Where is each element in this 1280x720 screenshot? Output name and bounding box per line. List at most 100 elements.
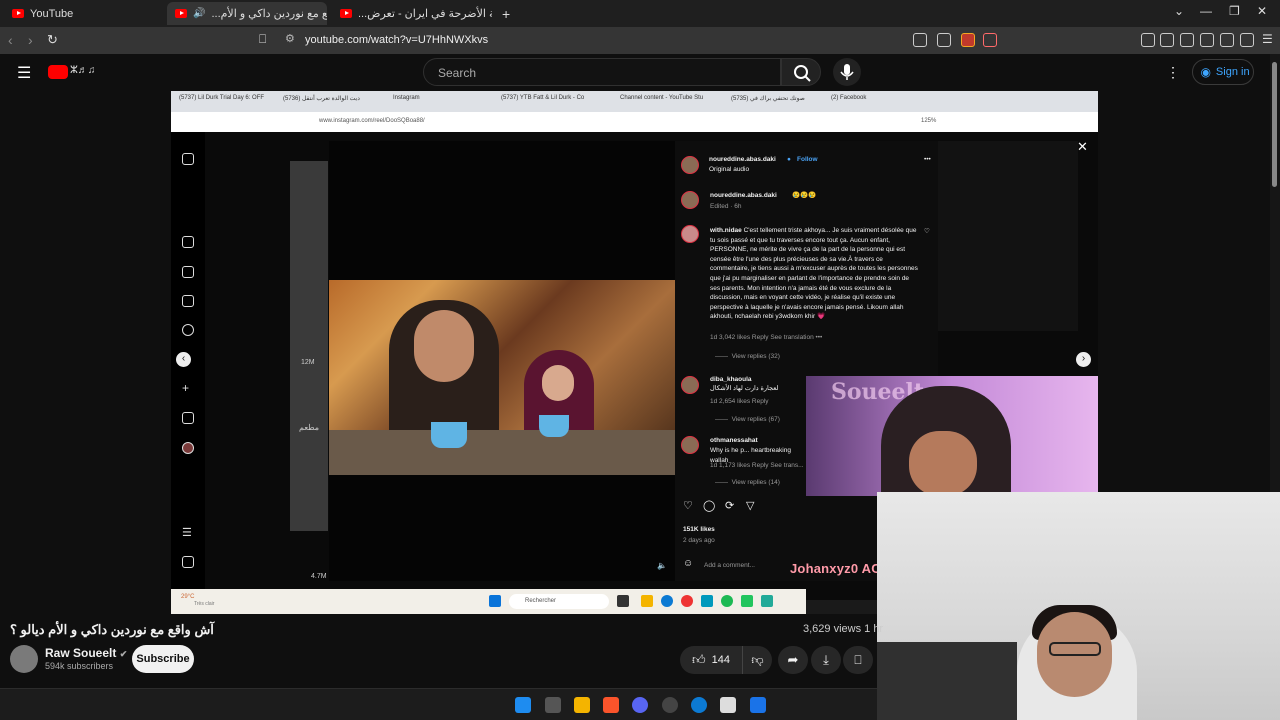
inner-url: www.instagram.com/reel/DooSQBoa88/	[319, 118, 425, 124]
chevron-down-icon[interactable]: ⌄	[1174, 4, 1184, 18]
translate-icon[interactable]	[913, 33, 927, 47]
windows-start-icon	[489, 595, 501, 607]
tab-video-2[interactable]: وصلت مدينة الأضرحة في ايران - تعرض...	[332, 2, 492, 25]
comment-meta: 1d 1,173 likes Reply See trans...	[710, 462, 804, 469]
voice-search-button[interactable]	[833, 58, 861, 86]
back-icon[interactable]: ‹	[8, 32, 13, 48]
microphone-icon	[840, 64, 854, 80]
reel-views-label: 4.7M	[311, 573, 327, 580]
brave-shield-icon[interactable]	[961, 33, 975, 47]
verified-icon: ●	[787, 156, 791, 163]
inner-tab: (5737) YTB Fatt & Lil Durk - Co	[501, 95, 585, 101]
share-icon: ➦	[787, 652, 799, 667]
brave-rewards-icon[interactable]	[983, 33, 997, 47]
cafe-table	[329, 430, 675, 475]
sidebar-icon[interactable]	[1180, 33, 1194, 47]
music-icon[interactable]	[1160, 33, 1174, 47]
view-replies-label: View replies (14)	[731, 479, 780, 486]
more-icon: ☰	[182, 527, 192, 539]
file-explorer-icon[interactable]	[574, 697, 590, 713]
extensions-icon[interactable]	[1141, 33, 1155, 47]
windows-start-icon[interactable]	[515, 697, 531, 713]
download-button[interactable]: ⤓	[811, 646, 841, 674]
edge-icon[interactable]	[691, 697, 707, 713]
youtube-favicon-icon	[175, 9, 187, 18]
man-face	[414, 310, 474, 382]
cast-icon[interactable]	[937, 33, 951, 47]
youtube-logo-icon[interactable]	[48, 65, 68, 79]
threads-icon	[182, 556, 194, 568]
search-input[interactable]: Search	[423, 58, 781, 86]
inner-tab: (2) Facebook	[831, 95, 867, 101]
reload-icon[interactable]: ↻	[47, 32, 58, 48]
comment-text: لعجارة دارت لهاد الأشكال	[710, 385, 779, 392]
header-username: noureddine.abas.daki	[709, 156, 776, 163]
task-view-icon	[617, 595, 629, 607]
like-button[interactable]: 👍︎ 144	[680, 646, 742, 674]
spotify-icon	[721, 595, 733, 607]
doodle-logo-icon[interactable]: ⵣ♬♫	[70, 65, 108, 79]
inner-address-bar: www.instagram.com/reel/DooSQBoa88/ 125%	[171, 112, 1098, 132]
hamburger-menu-icon[interactable]: ☰	[17, 63, 31, 83]
more-icon: •••	[924, 156, 931, 163]
leo-icon[interactable]	[1220, 33, 1234, 47]
tab-video-active[interactable]: 🔊 آش واقع مع نوردين داكي و الأم... ✕	[167, 2, 327, 25]
url-field[interactable]: youtube.com/watch?v=U7HhNWXkvs	[305, 34, 488, 46]
share-icon: ▽	[746, 500, 755, 512]
channel-name-label: Raw Soueelt	[45, 646, 117, 660]
site-info-icon[interactable]: ⚙	[285, 32, 295, 45]
discord-icon[interactable]	[632, 697, 648, 713]
task-view-icon[interactable]	[545, 697, 561, 713]
windows-taskbar	[0, 688, 877, 720]
brave-icon[interactable]	[603, 697, 619, 713]
more-options-icon[interactable]: ⋮	[1166, 64, 1180, 81]
add-comment-field: Add a comment...	[704, 562, 755, 569]
bookmark-icon: ⎕	[854, 652, 862, 667]
wallet-icon[interactable]	[1200, 33, 1214, 47]
minimize-icon[interactable]: —	[1200, 4, 1212, 18]
posted-time: 2 days ago	[683, 537, 715, 544]
heart-icon: ♡	[683, 500, 693, 512]
inner-tab: Instagram	[393, 95, 420, 101]
caption-text: 😢😢😢	[792, 192, 817, 199]
dislike-button[interactable]: 👎︎	[742, 646, 772, 674]
thumbs-up-icon: 👍︎	[692, 652, 706, 667]
menu-icon[interactable]: ☰	[1262, 32, 1273, 46]
heart-icon: ♡	[924, 228, 930, 235]
video-title: آش واقع مع نوردين داكي و الأم ديالو ؟	[10, 622, 214, 637]
channel-subscribers: 594k subscribers	[45, 661, 114, 671]
share-button[interactable]: ➦	[778, 646, 808, 674]
inner-tab: Channel content - YouTube Stu	[620, 95, 704, 101]
vpn-icon[interactable]	[1240, 33, 1254, 47]
comment-text: C'est tellement triste akhoya... Je suis…	[710, 227, 918, 321]
bookmark-icon[interactable]: ⎕	[259, 32, 266, 47]
profile-icon	[182, 442, 194, 454]
youtube-favicon-icon	[12, 9, 24, 18]
address-bar: ‹ › ↻ ⎕ ⚙ youtube.com/watch?v=U7HhNWXkvs…	[0, 27, 1280, 54]
forward-icon[interactable]: ›	[28, 32, 33, 48]
avatar	[681, 436, 699, 454]
search-button[interactable]	[781, 58, 821, 86]
channel-name[interactable]: Raw Soueelt ✔	[45, 646, 127, 660]
app-icon[interactable]	[750, 697, 766, 713]
reel-video-image	[329, 280, 675, 475]
new-tab-button[interactable]: +	[494, 2, 514, 25]
repost-icon: ⟳	[725, 500, 735, 512]
calculator-icon[interactable]	[720, 697, 736, 713]
dashboard-icon	[182, 412, 194, 424]
comment-username: with.nidae	[710, 227, 742, 234]
channel-avatar[interactable]	[10, 645, 38, 673]
comment-meta: 1d 3,042 likes Reply See translation •••	[710, 334, 823, 341]
webcam-overlay	[877, 492, 1280, 720]
file-explorer-icon	[641, 595, 653, 607]
instagram-logo-icon	[182, 153, 194, 165]
sign-in-button[interactable]: ◉ Sign in	[1192, 59, 1254, 85]
save-button[interactable]: ⎕	[843, 646, 873, 674]
obs-icon[interactable]	[662, 697, 678, 713]
close-window-icon[interactable]: ✕	[1257, 4, 1267, 18]
weather-temp: 29°C	[181, 594, 195, 600]
tab-youtube[interactable]: YouTube	[4, 2, 164, 25]
scrollbar-thumb[interactable]	[1272, 62, 1277, 187]
maximize-icon[interactable]: ❐	[1229, 4, 1240, 18]
subscribe-button[interactable]: Subscribe	[132, 645, 194, 673]
